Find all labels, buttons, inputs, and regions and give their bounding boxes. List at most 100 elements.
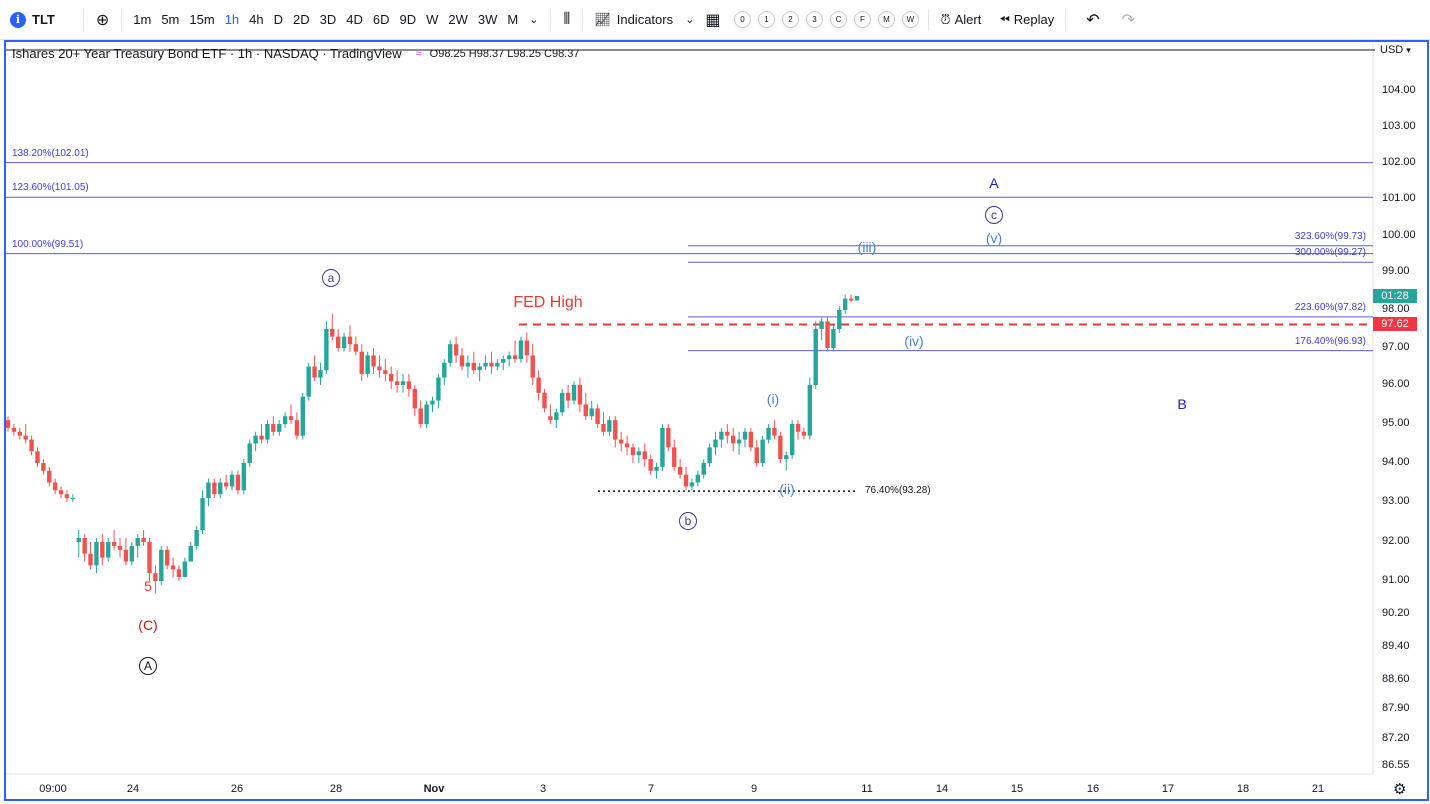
candle-body [518,340,524,360]
wave-label[interactable]: a [322,269,340,287]
candle-body [843,298,848,310]
currency-selector[interactable]: USD ▾ [1380,44,1411,56]
wave-label[interactable]: c [985,206,1003,224]
candle-body [689,482,695,487]
chart-legend: Ishares 20+ Year Treasury Bond ETF · 1h … [12,46,579,61]
candle-body [347,336,353,345]
candle-body [766,427,771,440]
candle-body [471,362,476,371]
price-tick-label: 97.00 [1382,341,1410,353]
candle-body [648,459,653,471]
price-tick-label: 98.00 [1382,303,1410,315]
candle-body [153,573,158,581]
candle-body [713,439,718,448]
wave-label[interactable]: (C) [138,617,157,633]
wave-label[interactable]: 5 [144,578,152,594]
candle-body [595,408,600,424]
candle-body [795,424,801,432]
candle-body [371,355,376,367]
candle-body [76,538,81,542]
legend-ohlc: O98.25 H98.37 L98.25 C98.37 [429,47,580,60]
wave-label[interactable]: b [679,512,697,530]
candle-body [819,321,824,329]
candle-body [312,366,317,378]
candle-body [571,385,577,401]
wave-label[interactable]: A [139,657,157,675]
candle-body [660,427,665,467]
fib-level-label: 138.20%(102.01) [12,147,89,159]
candle-body [837,310,842,329]
fib-level-label: 323.60%(99.73) [1294,230,1366,242]
candle-body [677,466,683,475]
candle-body [141,538,146,542]
candle-body [282,416,288,424]
candle-body [88,553,93,566]
countdown-tag: 01:28 [1373,289,1417,303]
wave-label[interactable]: (iii) [858,239,877,255]
last-price-tag: 97.62 [1373,317,1417,331]
time-tick-label: 15 [1010,783,1024,795]
candle-body [618,439,624,444]
candle-body [41,463,46,471]
time-tick-label: Nov [423,783,445,795]
time-tick-label: 16 [1086,783,1100,795]
wave-label[interactable]: A [989,175,998,191]
candle-body [111,542,117,546]
candle-body [848,298,854,301]
price-chart[interactable] [0,0,1430,804]
candle-body [229,474,235,487]
wave-label[interactable]: (iv) [904,333,923,349]
candle-body [589,408,594,417]
candle-body [789,424,795,456]
candle-body [377,366,382,371]
time-tick-label: 7 [647,783,655,795]
fib-level-label: 100.00%(99.51) [12,238,84,250]
candle-body [624,443,630,448]
candle-body [754,447,759,463]
candle-body [512,355,518,360]
candle-body [524,340,530,356]
candle-body [188,545,193,562]
wave-label[interactable]: (ii) [779,481,795,497]
candle-body [630,447,636,456]
price-tick-label: 101.00 [1382,192,1416,204]
price-tick-label: 87.90 [1382,702,1410,714]
candle-body [477,366,482,371]
candle-body [294,420,300,436]
candle-body [58,490,64,495]
wave-label[interactable]: B [1177,396,1186,412]
wave-label[interactable]: (i) [767,391,779,407]
candle-body [636,451,642,456]
candle-body [383,370,388,374]
candle-body [695,474,701,483]
candle-body [707,447,712,463]
candle-body [394,381,400,385]
candle-body [666,427,671,448]
candle-body [259,435,264,440]
candle-body [536,377,541,393]
candle-body [100,542,105,558]
candle-body [577,385,583,405]
candle-body [265,424,270,440]
candle-body [159,549,164,581]
candle-body [701,463,706,475]
price-tick-label: 93.00 [1382,495,1410,507]
price-tick-label: 91.00 [1382,574,1410,586]
candle-body [318,370,323,378]
candle-body [583,404,588,417]
candle-body [306,366,311,397]
candle-body [424,404,429,424]
candle-body [253,435,258,444]
candle-body [406,381,412,389]
legend-badge[interactable]: ≈ [416,48,422,60]
candle-body [52,482,58,491]
settings-gear-icon[interactable]: ⚙ [1393,780,1406,798]
price-tick-label: 92.00 [1382,535,1410,547]
candle-body [241,463,247,491]
candle-body [106,542,111,558]
candle-body [359,351,364,374]
candle-body [613,420,618,440]
wave-label[interactable]: (v) [986,230,1002,246]
candle-body [17,431,22,436]
candle-body [642,451,647,460]
